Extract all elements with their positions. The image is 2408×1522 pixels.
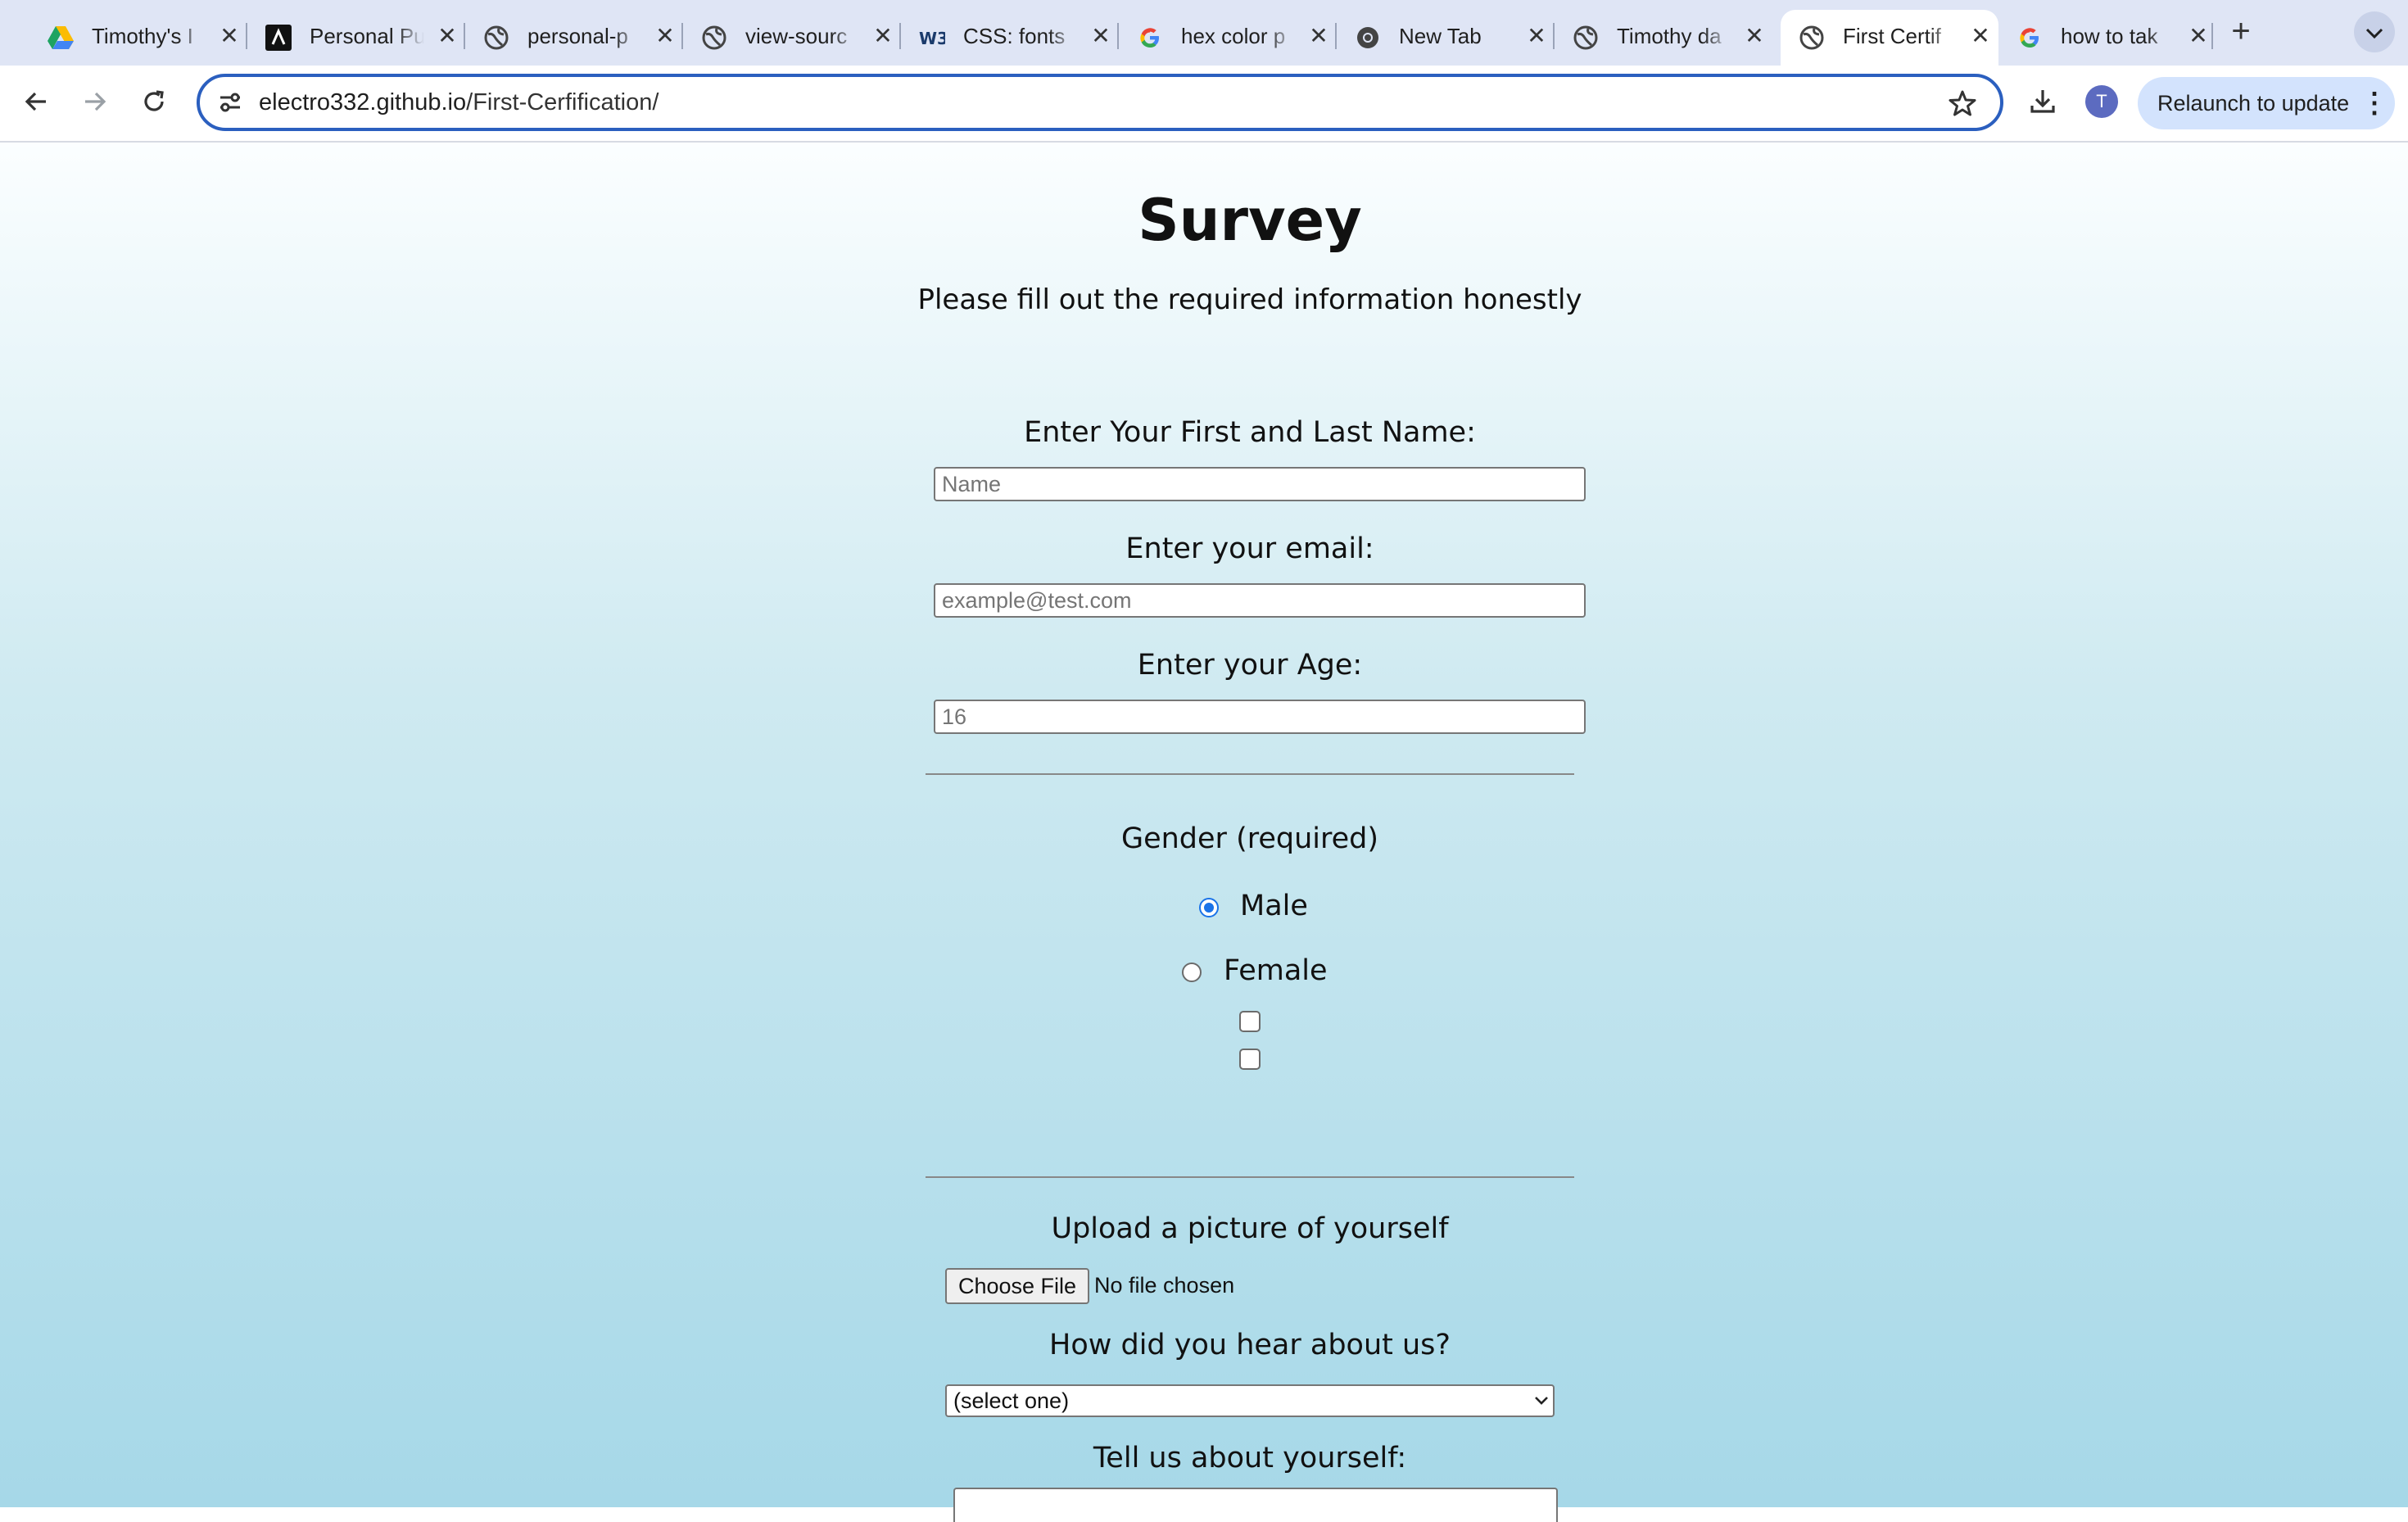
- tab-new-tab[interactable]: New Tab ✕: [1337, 10, 1555, 66]
- relaunch-button[interactable]: Relaunch to update ⋮: [2138, 77, 2395, 129]
- relaunch-label: Relaunch to update: [2157, 91, 2350, 116]
- download-icon: [2029, 88, 2057, 120]
- site-info-icon[interactable]: [215, 87, 246, 118]
- back-button[interactable]: [16, 84, 56, 123]
- reload-icon: [141, 88, 167, 119]
- tab-title: Personal Pu: [310, 24, 424, 48]
- gender-female-label: Female: [1224, 954, 1328, 987]
- tab-title: hex color p: [1181, 24, 1286, 48]
- tab-title: CSS: fonts: [963, 24, 1066, 48]
- tab-title: First Certif: [1843, 24, 1941, 48]
- google-icon: [2016, 25, 2043, 51]
- tab-title: personal-p: [527, 24, 628, 48]
- tab-strip: Timothy's I ✕ Personal Pu ✕ personal-p ✕…: [0, 0, 2408, 66]
- referral-label: How did you hear about us?: [1049, 1329, 1451, 1361]
- bookmark-star-icon[interactable]: [1944, 85, 1980, 121]
- address-bar[interactable]: electro332.github.io/First-Cerfification…: [197, 74, 2003, 131]
- close-icon[interactable]: ✕: [1740, 21, 1769, 51]
- upload-label: Upload a picture of yourself: [1051, 1212, 1449, 1245]
- close-icon[interactable]: ✕: [1086, 21, 1116, 51]
- download-button[interactable]: [2023, 84, 2062, 123]
- globe-icon: [483, 25, 509, 51]
- chevron-down-icon: [2365, 20, 2383, 44]
- close-icon[interactable]: ✕: [1522, 21, 1551, 51]
- age-label: Enter your Age:: [1137, 649, 1363, 682]
- page-description: Please fill out the required information…: [917, 283, 1582, 316]
- referral-selected-value: (select one): [953, 1388, 1070, 1413]
- close-icon[interactable]: ✕: [1304, 21, 1333, 51]
- close-icon[interactable]: ✕: [650, 21, 680, 51]
- new-tab-button[interactable]: +: [2223, 13, 2259, 49]
- section-divider: [926, 773, 1574, 775]
- tab-title: New Tab: [1399, 24, 1482, 48]
- checkbox-2[interactable]: [1239, 1049, 1261, 1070]
- tab-personal-p[interactable]: personal-p ✕: [465, 10, 683, 66]
- reload-button[interactable]: [134, 84, 174, 123]
- referral-select[interactable]: (select one): [945, 1384, 1555, 1417]
- choose-file-button[interactable]: Choose File: [945, 1268, 1089, 1304]
- url-host: electro332.github.io: [259, 89, 467, 116]
- more-menu-icon[interactable]: ⋮: [2360, 77, 2388, 129]
- close-icon[interactable]: ✕: [432, 21, 462, 51]
- tab-first-certification[interactable]: First Certif ✕: [1781, 10, 1998, 66]
- tab-google-drive[interactable]: Timothy's I ✕: [29, 10, 247, 66]
- checkbox-1[interactable]: [1239, 1011, 1261, 1032]
- url-text[interactable]: electro332.github.io/First-Cerfification…: [259, 85, 659, 120]
- globe-icon: [1799, 25, 1825, 51]
- arrow-right-icon: [82, 88, 108, 119]
- section-divider: [926, 1176, 1574, 1178]
- about-label: Tell us about yourself:: [1093, 1442, 1407, 1474]
- close-icon[interactable]: ✕: [868, 21, 898, 51]
- gender-male-radio[interactable]: [1199, 898, 1219, 917]
- url-path: /First-Cerfification/: [466, 89, 659, 116]
- profile-avatar[interactable]: T: [2085, 85, 2118, 118]
- name-label: Enter Your First and Last Name:: [1024, 416, 1476, 449]
- close-icon[interactable]: ✕: [215, 21, 244, 51]
- forward-button[interactable]: [75, 84, 115, 123]
- close-icon[interactable]: ✕: [1966, 21, 1995, 51]
- tab-title: Timothy da: [1617, 24, 1722, 48]
- svg-text:W3: W3: [919, 29, 945, 48]
- tab-view-source[interactable]: view-sourc ✕: [683, 10, 901, 66]
- email-input[interactable]: example@test.com: [934, 583, 1586, 618]
- survey-page: Survey Please fill out the required info…: [0, 143, 2408, 1522]
- tab-css-fonts[interactable]: W3 CSS: fonts ✕: [901, 10, 1119, 66]
- file-status: No file chosen: [1094, 1273, 1235, 1298]
- globe-icon: [1573, 25, 1599, 51]
- browser-toolbar: electro332.github.io/First-Cerfification…: [0, 66, 2408, 143]
- name-input[interactable]: Name: [934, 467, 1586, 501]
- google-icon: [1137, 25, 1163, 51]
- google-drive-icon: [48, 25, 74, 51]
- age-input[interactable]: 16: [934, 700, 1586, 734]
- tab-timothy-da[interactable]: Timothy da ✕: [1555, 10, 1772, 66]
- close-icon[interactable]: ✕: [2184, 21, 2213, 51]
- tab-title: Timothy's I: [92, 24, 193, 48]
- chrome-icon: [1355, 25, 1381, 51]
- about-textarea[interactable]: [953, 1488, 1558, 1522]
- tab-how-to-take[interactable]: how to tak ✕: [1998, 10, 2216, 66]
- portfolio-site-icon: [265, 25, 292, 51]
- gender-male-label: Male: [1240, 890, 1308, 922]
- email-label: Enter your email:: [1125, 532, 1374, 565]
- tab-search-button[interactable]: [2354, 11, 2395, 52]
- tab-personal-portfolio[interactable]: Personal Pu ✕: [247, 10, 465, 66]
- tab-title: view-sourc: [745, 24, 848, 48]
- w3schools-icon: W3: [919, 25, 945, 51]
- gender-label: Gender (required): [1120, 822, 1379, 855]
- chevron-down-icon: [1532, 1391, 1551, 1411]
- globe-icon: [701, 25, 727, 51]
- tab-title: how to tak: [2061, 24, 2158, 48]
- tab-hex-color[interactable]: hex color p ✕: [1119, 10, 1337, 66]
- tab-divider: [2211, 23, 2213, 49]
- gender-female-radio[interactable]: [1182, 963, 1202, 982]
- arrow-left-icon: [23, 88, 49, 119]
- page-title: Survey: [1138, 187, 1362, 254]
